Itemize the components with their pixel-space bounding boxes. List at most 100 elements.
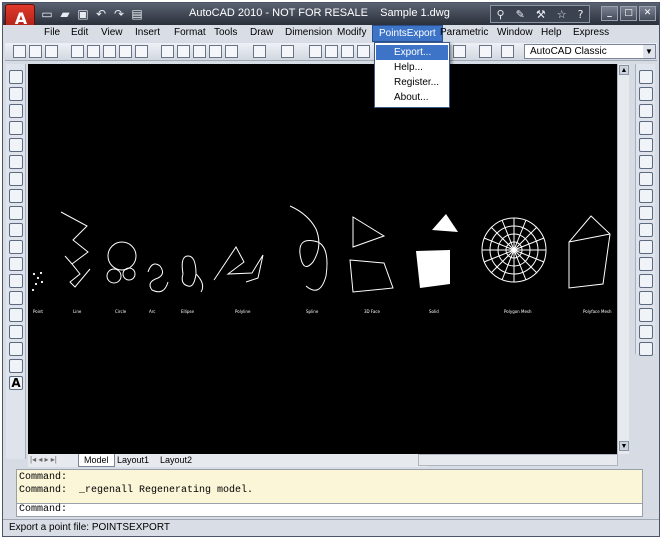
polygon-icon[interactable]: [9, 121, 23, 135]
3d-dwf-icon[interactable]: [119, 45, 132, 58]
zoom-window-icon[interactable]: [341, 45, 354, 58]
stretch-icon[interactable]: [639, 206, 653, 220]
open-icon[interactable]: ▰: [57, 6, 73, 22]
point-icon[interactable]: [9, 291, 23, 305]
revision-cloud-icon[interactable]: [9, 189, 23, 203]
menu-parametric[interactable]: Parametric: [440, 27, 488, 38]
gradient-icon[interactable]: [9, 325, 23, 339]
fillet-icon[interactable]: [639, 325, 653, 339]
menu-dimension[interactable]: Dimension: [285, 27, 332, 38]
array-icon[interactable]: [639, 138, 653, 152]
help-icon[interactable]: ?: [578, 8, 584, 21]
zoom-realtime-icon[interactable]: [325, 45, 338, 58]
plot-preview-icon[interactable]: [87, 45, 100, 58]
command-input[interactable]: Command:: [17, 503, 642, 516]
menu-edit[interactable]: Edit: [71, 27, 88, 38]
explode-icon[interactable]: [639, 342, 653, 356]
rectangle-icon[interactable]: [9, 138, 23, 152]
tab-model[interactable]: Model: [78, 454, 115, 467]
save-icon[interactable]: [45, 45, 58, 58]
scroll-down-icon[interactable]: ▼: [619, 441, 629, 451]
menu-item-about[interactable]: About...: [376, 90, 448, 105]
pan-icon[interactable]: [309, 45, 322, 58]
menu-file[interactable]: File: [44, 27, 60, 38]
arc-icon[interactable]: [9, 155, 23, 169]
make-block-icon[interactable]: [9, 274, 23, 288]
multiline-text-icon[interactable]: A: [9, 376, 23, 390]
calc-icon[interactable]: [479, 45, 492, 58]
binoculars-icon[interactable]: ⚲: [497, 8, 505, 21]
undo-icon[interactable]: ↶: [93, 6, 109, 22]
etransmit-icon[interactable]: [135, 45, 148, 58]
tab-nav-icon[interactable]: |◂ ◂ ▸ ▸|: [30, 455, 57, 464]
favorites-icon[interactable]: ☆: [557, 8, 567, 21]
extend-icon[interactable]: [639, 240, 653, 254]
copy-icon[interactable]: [177, 45, 190, 58]
table-icon[interactable]: [9, 359, 23, 373]
polyline-icon[interactable]: [9, 104, 23, 118]
undo-icon[interactable]: [253, 45, 266, 58]
menu-insert[interactable]: Insert: [135, 27, 160, 38]
open-icon[interactable]: [29, 45, 42, 58]
zoom-previous-icon[interactable]: [357, 45, 370, 58]
close-button[interactable]: ✕: [639, 6, 656, 21]
communication-icon[interactable]: ✎: [516, 8, 525, 21]
offset-icon[interactable]: [639, 121, 653, 135]
publish-icon[interactable]: [103, 45, 116, 58]
scroll-up-icon[interactable]: ▲: [619, 65, 629, 75]
help-icon[interactable]: [501, 45, 514, 58]
break-icon[interactable]: [639, 274, 653, 288]
erase-icon[interactable]: [639, 70, 653, 84]
menu-pointsexport[interactable]: PointsExport: [372, 25, 443, 42]
menu-item-export[interactable]: Export...: [376, 45, 448, 60]
copy-object-icon[interactable]: [639, 87, 653, 101]
sheet-set-icon[interactable]: [453, 45, 466, 58]
vertical-scrollbar[interactable]: ▲ ▼: [617, 64, 629, 454]
line-icon[interactable]: [9, 70, 23, 84]
menu-item-help[interactable]: Help...: [376, 60, 448, 75]
minimize-button[interactable]: _: [601, 6, 618, 21]
circle-icon[interactable]: [9, 172, 23, 186]
tab-layout2[interactable]: Layout2: [155, 454, 197, 467]
plot-icon[interactable]: ▤: [129, 6, 145, 22]
chevron-down-icon[interactable]: ▼: [643, 45, 655, 58]
menu-tools[interactable]: Tools: [214, 27, 237, 38]
chamfer-icon[interactable]: [639, 308, 653, 322]
menu-item-register[interactable]: Register...: [376, 75, 448, 90]
plot-icon[interactable]: [71, 45, 84, 58]
join-icon[interactable]: [639, 291, 653, 305]
menu-help[interactable]: Help: [541, 27, 562, 38]
move-icon[interactable]: [639, 155, 653, 169]
menu-view[interactable]: View: [101, 27, 123, 38]
menu-format[interactable]: Format: [174, 27, 206, 38]
insert-block-icon[interactable]: [9, 257, 23, 271]
redo-icon[interactable]: ↷: [111, 6, 127, 22]
ellipse-arc-icon[interactable]: [9, 240, 23, 254]
region-icon[interactable]: [9, 342, 23, 356]
redo-icon[interactable]: [281, 45, 294, 58]
ellipse-icon[interactable]: [9, 223, 23, 237]
match-properties-icon[interactable]: [209, 45, 222, 58]
hatch-icon[interactable]: [9, 308, 23, 322]
trim-icon[interactable]: [639, 223, 653, 237]
tab-layout1[interactable]: Layout1: [112, 454, 154, 467]
block-editor-icon[interactable]: [225, 45, 238, 58]
menu-draw[interactable]: Draw: [250, 27, 273, 38]
menu-express[interactable]: Express: [573, 27, 609, 38]
subscription-icon[interactable]: ⚒: [536, 8, 546, 21]
horizontal-scrollbar[interactable]: [418, 454, 618, 466]
scale-icon[interactable]: [639, 189, 653, 203]
mirror-icon[interactable]: [639, 104, 653, 118]
save-icon[interactable]: ▣: [75, 6, 91, 22]
menu-modify[interactable]: Modify: [337, 27, 366, 38]
qnew-icon[interactable]: [13, 45, 26, 58]
maximize-button[interactable]: □: [620, 6, 637, 21]
paste-icon[interactable]: [193, 45, 206, 58]
break-at-point-icon[interactable]: [639, 257, 653, 271]
rotate-icon[interactable]: [639, 172, 653, 186]
new-icon[interactable]: ▭: [39, 6, 55, 22]
menu-window[interactable]: Window: [497, 27, 533, 38]
workspace-select[interactable]: AutoCAD Classic ▼: [524, 44, 656, 59]
drawing-canvas[interactable]: Point Line Circle Arc Ellipse Polyline S…: [28, 64, 628, 454]
construction-line-icon[interactable]: [9, 87, 23, 101]
